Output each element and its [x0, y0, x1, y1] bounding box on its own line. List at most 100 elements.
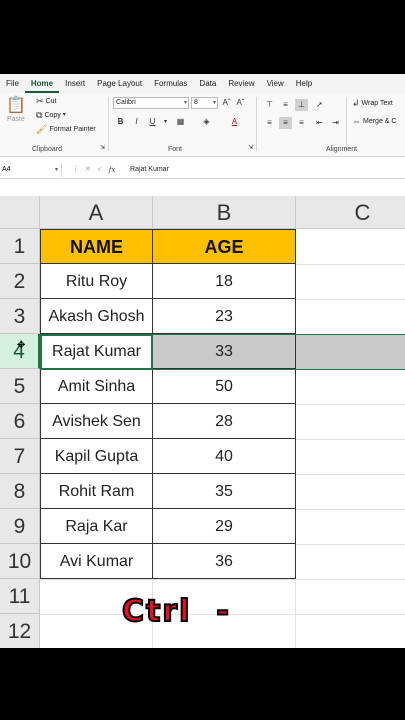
row-header-7[interactable]: 7 — [0, 439, 40, 474]
column-header-c[interactable]: C — [296, 196, 405, 229]
name-cell[interactable]: Raja Kar — [40, 509, 153, 544]
cut-button[interactable]: ✂ Cut — [36, 97, 56, 106]
alignment-group-label: Alignment — [326, 146, 358, 153]
formula-input[interactable]: Rajat Kumar — [130, 163, 169, 177]
name-box[interactable]: A4 ▾ — [0, 163, 62, 177]
format-painter-button[interactable]: 🖌 Format Painter — [36, 125, 96, 134]
align-right-icon[interactable]: ≡ — [295, 117, 308, 129]
name-cell[interactable]: Rohit Ram — [40, 474, 153, 509]
formula-buttons: ⋮ ✕ ✓ fx — [72, 163, 115, 177]
row-header-1[interactable]: 1 — [0, 229, 40, 264]
divider — [256, 97, 257, 151]
decrease-indent-icon[interactable]: ⇤ — [313, 117, 326, 129]
age-cell[interactable]: 28 — [153, 404, 296, 439]
c-cell-selected[interactable] — [296, 334, 405, 369]
font-group-label: Font — [168, 146, 183, 153]
enter-icon[interactable]: ✓ — [97, 163, 103, 177]
gridline — [296, 439, 405, 440]
borders-icon[interactable]: ▦ — [174, 116, 187, 128]
align-bottom-icon[interactable]: ⊥ — [295, 99, 308, 111]
row-header-9[interactable]: 9 — [0, 509, 40, 544]
align-middle-icon[interactable]: ≡ — [279, 99, 292, 111]
name-cell[interactable]: Amit Sinha — [40, 369, 153, 404]
name-cell[interactable]: Ritu Roy — [40, 264, 153, 299]
divider — [346, 97, 347, 151]
increase-indent-icon[interactable]: ⇥ — [329, 117, 342, 129]
align-top-icon[interactable]: ⊤ — [263, 99, 276, 111]
row-header-10[interactable]: 10 — [0, 544, 40, 579]
name-cell-selected[interactable]: Rajat Kumar — [40, 334, 153, 369]
menu-data[interactable]: Data — [193, 74, 222, 93]
menu-page-layout[interactable]: Page Layout — [91, 74, 148, 93]
name-cell[interactable]: Kapil Gupta — [40, 439, 153, 474]
gridline — [296, 474, 405, 475]
align-center-icon[interactable]: ≡ — [279, 117, 292, 129]
font-color-icon[interactable]: A — [228, 116, 241, 128]
age-cell-selected[interactable]: 33 — [153, 334, 296, 369]
age-cell[interactable]: 29 — [153, 509, 296, 544]
fill-color-icon[interactable]: ◈ — [200, 116, 213, 128]
wrap-text-button[interactable]: ↲ Wrap Text — [352, 99, 393, 108]
format-painter-label: Format Painter — [49, 126, 96, 133]
age-cell[interactable]: 50 — [153, 369, 296, 404]
align-left-icon[interactable]: ≡ — [263, 117, 276, 129]
cut-label: Cut — [45, 98, 57, 105]
fx-icon[interactable]: fx — [109, 163, 116, 177]
shortcut-caption: Ctrl - — [121, 593, 231, 630]
row-header-3[interactable]: 3 — [0, 299, 40, 334]
wrap-text-label: Wrap Text — [361, 100, 393, 107]
chevron-down-icon[interactable]: ▾ — [159, 116, 172, 128]
age-cell[interactable]: 23 — [153, 299, 296, 334]
paste-button[interactable]: 📋 Paste — [6, 97, 26, 123]
cancel-icon[interactable]: ✕ — [85, 163, 91, 177]
dialog-launcher-icon[interactable]: ⇲ — [100, 144, 105, 153]
age-cell[interactable]: 35 — [153, 474, 296, 509]
name-box-value: A4 — [2, 166, 11, 173]
menu-file[interactable]: File — [0, 74, 25, 93]
ribbon: 📋 Paste ✂ Cut ⧉ Copy ▾ 🖌 Format Painter … — [0, 93, 405, 157]
gridline — [296, 264, 405, 265]
select-all-corner[interactable] — [0, 196, 40, 229]
menu-view[interactable]: View — [261, 74, 290, 93]
menu-home[interactable]: Home — [24, 74, 60, 93]
clipboard-group-label: Clipboard — [32, 146, 62, 153]
dialog-launcher-icon[interactable]: ⇲ — [248, 144, 253, 153]
font-name-select[interactable]: Calibri ▾ — [113, 97, 189, 109]
font-name-value: Calibri — [116, 99, 136, 106]
menu-review[interactable]: Review — [222, 74, 260, 93]
chevron-down-icon[interactable]: ▾ — [55, 163, 58, 177]
menu-formulas[interactable]: Formulas — [148, 74, 193, 93]
row-header-8[interactable]: 8 — [0, 474, 40, 509]
orientation-icon[interactable]: ➚ — [313, 99, 326, 111]
copy-button[interactable]: ⧉ Copy ▾ — [36, 111, 66, 120]
age-cell[interactable]: 40 — [153, 439, 296, 474]
merge-icon: ⇔ — [352, 116, 361, 126]
menu-insert[interactable]: Insert — [59, 74, 91, 93]
age-cell[interactable]: 36 — [153, 544, 296, 579]
italic-button[interactable]: I — [130, 116, 143, 128]
name-cell[interactable]: Avishek Sen — [40, 404, 153, 439]
font-size-select[interactable]: 8 ▾ — [191, 97, 218, 109]
column-header-a[interactable]: A — [40, 196, 153, 229]
spreadsheet-grid: A B C 1 2 3 4 5 6 7 8 9 10 11 12 NAME AG… — [0, 196, 405, 648]
row-header-2[interactable]: 2 — [0, 264, 40, 299]
row-header-6[interactable]: 6 — [0, 404, 40, 439]
bold-button[interactable]: B — [114, 116, 127, 128]
row-header-11[interactable]: 11 — [0, 579, 40, 614]
merge-center-button[interactable]: ⇔ Merge & C — [352, 117, 396, 126]
column-header-b[interactable]: B — [153, 196, 296, 229]
header-cell-age[interactable]: AGE — [153, 229, 296, 264]
age-cell[interactable]: 18 — [153, 264, 296, 299]
name-cell[interactable]: Akash Ghosh — [40, 299, 153, 334]
decrease-font-icon[interactable]: Aˇ — [234, 97, 247, 109]
gridline — [295, 579, 296, 648]
row-header-5[interactable]: 5 — [0, 369, 40, 404]
chevron-down-icon: ▾ — [62, 112, 66, 118]
underline-button[interactable]: U — [146, 116, 159, 128]
name-cell[interactable]: Avi Kumar — [40, 544, 153, 579]
increase-font-icon[interactable]: Aˆ — [220, 97, 233, 109]
row-header-12[interactable]: 12 — [0, 614, 40, 648]
font-size-value: 8 — [194, 99, 198, 106]
menu-help[interactable]: Help — [290, 74, 318, 93]
header-cell-name[interactable]: NAME — [40, 229, 153, 264]
